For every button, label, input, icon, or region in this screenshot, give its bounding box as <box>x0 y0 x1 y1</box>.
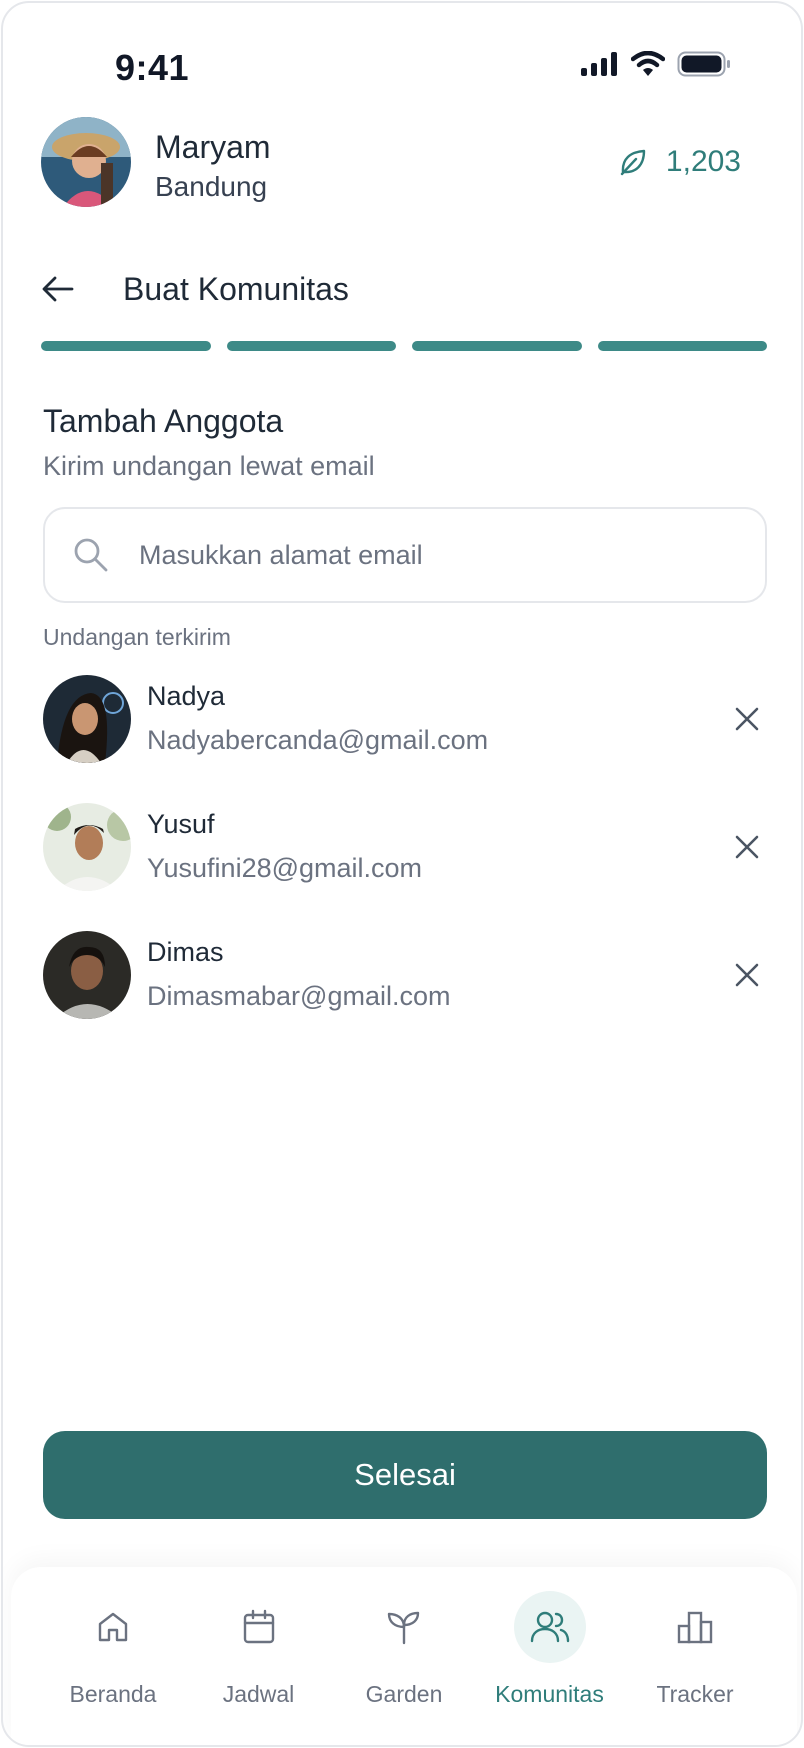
avatar <box>43 675 131 763</box>
invite-email: Nadyabercanda@gmail.com <box>147 725 489 755</box>
nav-label: Tracker <box>656 1681 734 1707</box>
avatar-photo-icon <box>41 117 131 207</box>
list-item: Dimas Dimasmabar@gmail.com <box>43 929 767 1057</box>
nav-label: Komunitas <box>495 1681 604 1707</box>
remove-invite-button[interactable] <box>727 699 767 739</box>
profile-header: Maryam Bandung 1,203 <box>41 117 761 211</box>
bar-chart-icon <box>677 1611 713 1644</box>
users-icon <box>530 1611 569 1643</box>
close-icon <box>735 963 759 987</box>
bottom-nav: Beranda Jadwal Garden Komunitas Tracker <box>11 1567 797 1745</box>
section-subtitle: Kirim undangan lewat email <box>43 451 375 481</box>
sprout-icon <box>387 1611 420 1645</box>
avatar[interactable] <box>41 117 131 207</box>
calendar-icon <box>243 1609 274 1644</box>
avatar <box>43 931 131 1019</box>
status-time: 9:41 <box>115 47 190 88</box>
progress-step-1 <box>41 341 211 351</box>
nav-item-komunitas[interactable]: Komunitas <box>482 1591 618 1745</box>
battery-icon <box>677 51 730 77</box>
home-icon <box>98 1612 128 1642</box>
leaf-icon <box>620 149 646 176</box>
nav-item-beranda[interactable]: Beranda <box>45 1591 181 1745</box>
remove-invite-button[interactable] <box>727 955 767 995</box>
invite-email: Yusufini28@gmail.com <box>147 853 423 883</box>
invited-label: Undangan terkirim <box>43 624 231 650</box>
progress-step-3 <box>412 341 582 351</box>
avatar <box>43 803 131 891</box>
nav-icon-container <box>368 1591 440 1663</box>
search-icon <box>74 538 108 572</box>
nav-label: Beranda <box>69 1681 157 1707</box>
nav-item-tracker[interactable]: Tracker <box>627 1591 763 1745</box>
wifi-icon <box>631 51 665 76</box>
nav-label: Garden <box>365 1681 443 1707</box>
nav-icon-container <box>513 1591 586 1663</box>
invite-name: Yusuf <box>147 809 215 839</box>
avatar-photo-icon <box>43 803 131 891</box>
points-value: 1,203 <box>665 145 741 178</box>
close-icon <box>735 707 759 731</box>
close-icon <box>735 835 759 859</box>
status-bar: 9:41 <box>3 3 801 123</box>
list-item: Yusuf Yusufini28@gmail.com <box>43 801 767 929</box>
nav-item-garden[interactable]: Garden <box>336 1591 472 1745</box>
profile-city: Bandung <box>155 171 268 202</box>
nav-item-jadwal[interactable]: Jadwal <box>191 1591 327 1745</box>
avatar-photo-icon <box>43 931 131 1019</box>
status-icons <box>581 51 731 77</box>
points-badge: 1,203 <box>618 145 741 179</box>
step-progress <box>41 341 767 351</box>
page-header: Buat Komunitas <box>41 259 349 319</box>
email-search-box[interactable] <box>43 507 767 603</box>
arrow-left-icon <box>42 276 74 302</box>
profile-name: Maryam <box>155 129 271 165</box>
section-title: Tambah Anggota <box>43 403 284 439</box>
invite-name: Dimas <box>147 937 224 967</box>
phone-frame: 9:41 Maryam Bandung 1,203 Buat Komunitas… <box>1 1 803 1747</box>
page-title: Buat Komunitas <box>123 270 349 307</box>
nav-label: Jadwal <box>222 1681 295 1707</box>
email-input[interactable] <box>139 539 699 571</box>
remove-invite-button[interactable] <box>727 827 767 867</box>
invite-name: Nadya <box>147 681 226 711</box>
done-button[interactable]: Selesai <box>43 1431 767 1519</box>
invite-list: Nadya Nadyabercanda@gmail.com Yusuf Yusu… <box>43 673 767 1057</box>
back-button[interactable] <box>41 259 101 319</box>
nav-icon-container <box>223 1591 295 1663</box>
nav-icon-container <box>77 1591 149 1663</box>
progress-step-4 <box>597 341 767 351</box>
nav-icon-container <box>659 1591 731 1663</box>
invite-email: Dimasmabar@gmail.com <box>147 981 451 1011</box>
list-item: Nadya Nadyabercanda@gmail.com <box>43 673 767 801</box>
cellular-signal-icon <box>581 52 617 76</box>
progress-step-2 <box>226 341 396 351</box>
avatar-photo-icon <box>43 675 131 763</box>
